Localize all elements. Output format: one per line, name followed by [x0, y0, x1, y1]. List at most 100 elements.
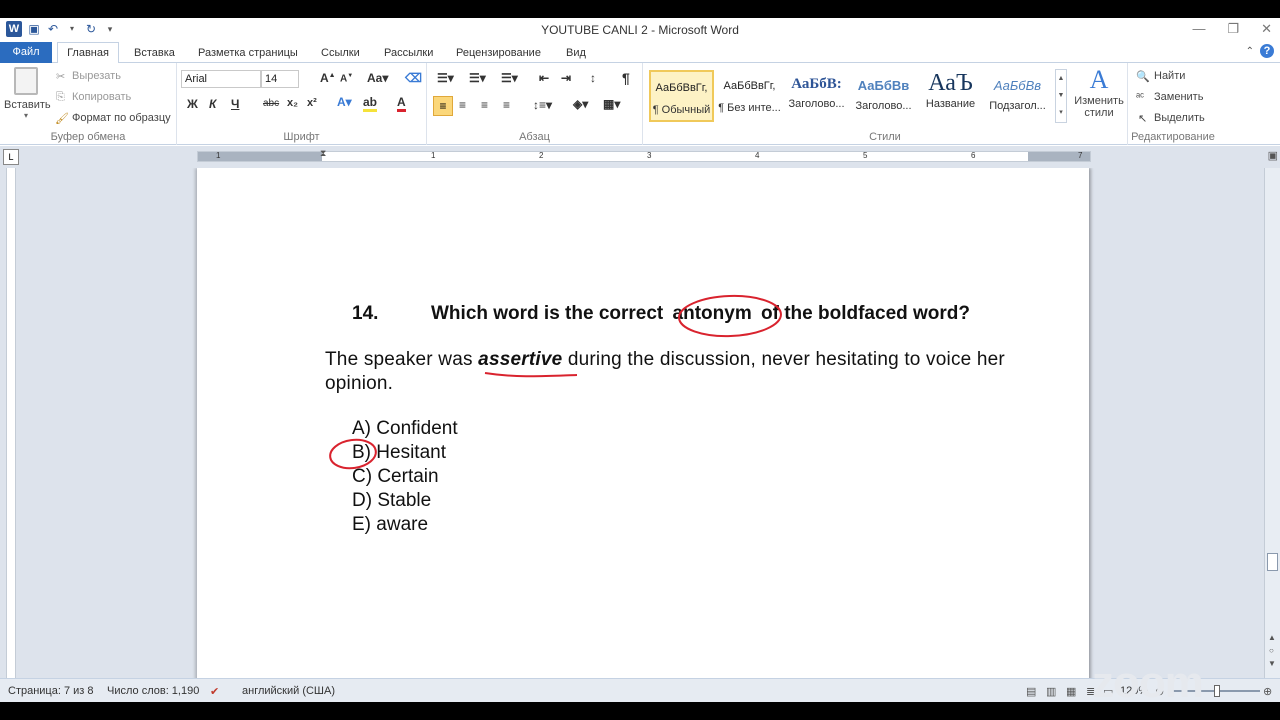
- line-spacing-icon[interactable]: ↕≡▾: [533, 98, 552, 112]
- scroll-thumb[interactable]: [1267, 553, 1278, 571]
- underline-button[interactable]: Ч: [231, 97, 239, 111]
- style-name: Подзагол...: [989, 100, 1046, 112]
- paste-icon: [14, 67, 38, 95]
- cut-button[interactable]: Вырезать: [72, 70, 121, 82]
- question-text: Which word is the correct antonym of the…: [431, 303, 970, 325]
- style-normal[interactable]: АаБбВвГг, ¶ Обычный: [649, 70, 714, 122]
- increase-indent-icon[interactable]: ⇥: [561, 71, 571, 85]
- page-count[interactable]: Страница: 7 из 8: [8, 685, 94, 697]
- tab-file[interactable]: Файл: [0, 42, 52, 63]
- clear-formatting-icon[interactable]: ⌫: [405, 71, 422, 85]
- tab-review[interactable]: Рецензирование: [456, 44, 541, 63]
- minimize-icon[interactable]: —: [1192, 21, 1205, 37]
- strikethrough-button[interactable]: abc: [263, 98, 279, 109]
- style-preview: АаБбВв: [993, 78, 1042, 93]
- browse-object-icon[interactable]: ○: [1269, 646, 1274, 655]
- status-bar: Страница: 7 из 8 Число слов: 1,190 ✔ анг…: [0, 678, 1280, 702]
- show-formatting-icon[interactable]: ¶: [622, 70, 630, 86]
- shading-icon[interactable]: ◈▾: [573, 97, 588, 111]
- multilevel-list-icon[interactable]: ☰▾: [501, 71, 518, 85]
- styles-group: АаБбВвГг, ¶ Обычный АаБбВвГг, ¶ Без инте…: [643, 63, 1128, 145]
- format-painter-button[interactable]: Формат по образцу: [72, 112, 171, 124]
- subscript-button[interactable]: x₂: [287, 97, 298, 109]
- style-name: Заголово...: [855, 100, 912, 112]
- align-left-button[interactable]: ≡: [433, 96, 453, 116]
- tab-page-layout[interactable]: Разметка страницы: [198, 44, 298, 63]
- select-icon: ↖: [1138, 113, 1148, 125]
- tab-references[interactable]: Ссылки: [321, 44, 360, 63]
- horizontal-ruler[interactable]: 1 1 2 3 4 5 6 7 ⧗: [197, 148, 1091, 162]
- style-preview: АаЪ: [928, 70, 973, 96]
- prev-page-icon[interactable]: ▲: [1268, 633, 1276, 642]
- language[interactable]: английский (США): [242, 685, 335, 697]
- tab-insert[interactable]: Вставка: [134, 44, 175, 63]
- style-heading-1[interactable]: АаБбВ: Заголово...: [784, 70, 849, 122]
- bold-button[interactable]: Ж: [187, 97, 198, 111]
- editing-group: 🔍 Найти ᵃᶜ Заменить ↖ Выделить Редактиро…: [1128, 63, 1218, 145]
- styles-scroll[interactable]: ▲ ▼ ▾: [1055, 69, 1067, 123]
- vertical-ruler[interactable]: [6, 168, 16, 678]
- ruler-number: 1: [431, 151, 436, 160]
- style-name: Заголово...: [788, 98, 845, 110]
- word-window: W ▣ ↶ ▾ ↻ ▾ YOUTUBE CANLI 2 - Microsoft …: [0, 18, 1280, 702]
- change-case-icon[interactable]: Aa▾: [367, 71, 388, 85]
- close-icon[interactable]: ✕: [1261, 21, 1272, 37]
- ribbon-tabs: Файл Главная Вставка Разметка страницы С…: [0, 42, 1280, 64]
- view-web-icon[interactable]: ▦: [1066, 685, 1076, 698]
- replace-button[interactable]: Заменить: [1154, 91, 1203, 103]
- highlight-color-icon[interactable]: ab: [363, 95, 378, 112]
- proofing-icon[interactable]: ✔: [210, 685, 219, 698]
- font-size-select[interactable]: 14: [261, 70, 299, 88]
- style-subtitle[interactable]: АаБбВв Подзагол...: [985, 70, 1050, 122]
- paste-button[interactable]: Вставить ▾: [4, 67, 51, 125]
- numbering-icon[interactable]: ☰▾: [469, 71, 486, 85]
- select-button[interactable]: Выделить: [1154, 112, 1205, 124]
- justify-icon[interactable]: ≡: [503, 98, 510, 112]
- tab-selector-icon[interactable]: L: [3, 149, 19, 165]
- decrease-indent-icon[interactable]: ⇤: [539, 71, 549, 85]
- style-no-spacing[interactable]: АаБбВвГг, ¶ Без инте...: [717, 70, 782, 122]
- style-preview: АаБбВвГг,: [723, 80, 776, 92]
- borders-icon[interactable]: ▦▾: [603, 97, 620, 111]
- style-heading-2[interactable]: АаБбВв Заголово...: [851, 70, 916, 122]
- bullets-icon[interactable]: ☰▾: [437, 71, 454, 85]
- style-preview: АаБбВв: [857, 78, 910, 93]
- next-page-icon[interactable]: ▼: [1268, 659, 1276, 668]
- tab-view[interactable]: Вид: [566, 44, 586, 63]
- help-icon[interactable]: ?: [1260, 44, 1274, 58]
- sort-icon[interactable]: ↕: [590, 71, 596, 85]
- font-name-select[interactable]: Arial: [181, 70, 261, 88]
- window-title: YOUTUBE CANLI 2 - Microsoft Word: [541, 23, 739, 37]
- document-page[interactable]: 14. Which word is the correct antonym of…: [197, 168, 1089, 678]
- view-print-layout-icon[interactable]: ▤: [1026, 685, 1036, 698]
- view-ruler-icon[interactable]: ▣: [1268, 149, 1278, 162]
- word-count[interactable]: Число слов: 1,190: [107, 685, 199, 697]
- style-title[interactable]: АаЪ Название: [918, 70, 983, 122]
- find-button[interactable]: Найти: [1154, 70, 1185, 82]
- grow-font-icon[interactable]: A▲: [320, 71, 336, 85]
- tab-home[interactable]: Главная: [57, 42, 119, 64]
- change-styles-button[interactable]: A Изменить стили: [1071, 65, 1127, 125]
- font-group-label: Шрифт: [283, 131, 320, 143]
- style-name: ¶ Без инте...: [718, 102, 781, 114]
- align-center-icon[interactable]: ≡: [459, 98, 466, 112]
- text-effects-icon[interactable]: A▾: [337, 95, 352, 109]
- minimize-ribbon-icon[interactable]: ⌃: [1246, 46, 1254, 57]
- zoom-slider-thumb[interactable]: [1214, 685, 1220, 697]
- italic-button[interactable]: К: [209, 97, 216, 111]
- shrink-font-icon[interactable]: A▼: [340, 73, 353, 84]
- superscript-button[interactable]: x²: [307, 97, 317, 109]
- zoom-in-icon[interactable]: ⊕: [1263, 685, 1272, 698]
- font-color-icon[interactable]: A: [397, 95, 406, 112]
- view-full-screen-icon[interactable]: ▥: [1046, 685, 1056, 698]
- title-bar: W ▣ ↶ ▾ ↻ ▾ YOUTUBE CANLI 2 - Microsoft …: [0, 18, 1280, 42]
- vertical-scrollbar[interactable]: ▲ ○ ▼: [1264, 168, 1280, 678]
- restore-icon[interactable]: ❐: [1227, 21, 1239, 37]
- copy-button[interactable]: Копировать: [72, 91, 131, 103]
- align-right-icon[interactable]: ≡: [481, 98, 488, 112]
- indent-marker-icon[interactable]: ⧗: [320, 148, 326, 159]
- tab-mailings[interactable]: Рассылки: [384, 44, 433, 63]
- font-group: Arial 14 A▲ A▼ Aa▾ ⌫ Ж К Ч abc x₂ x² A▾ …: [177, 63, 427, 145]
- paste-dropdown-icon: ▾: [23, 111, 28, 120]
- cut-icon: ✂: [56, 71, 66, 83]
